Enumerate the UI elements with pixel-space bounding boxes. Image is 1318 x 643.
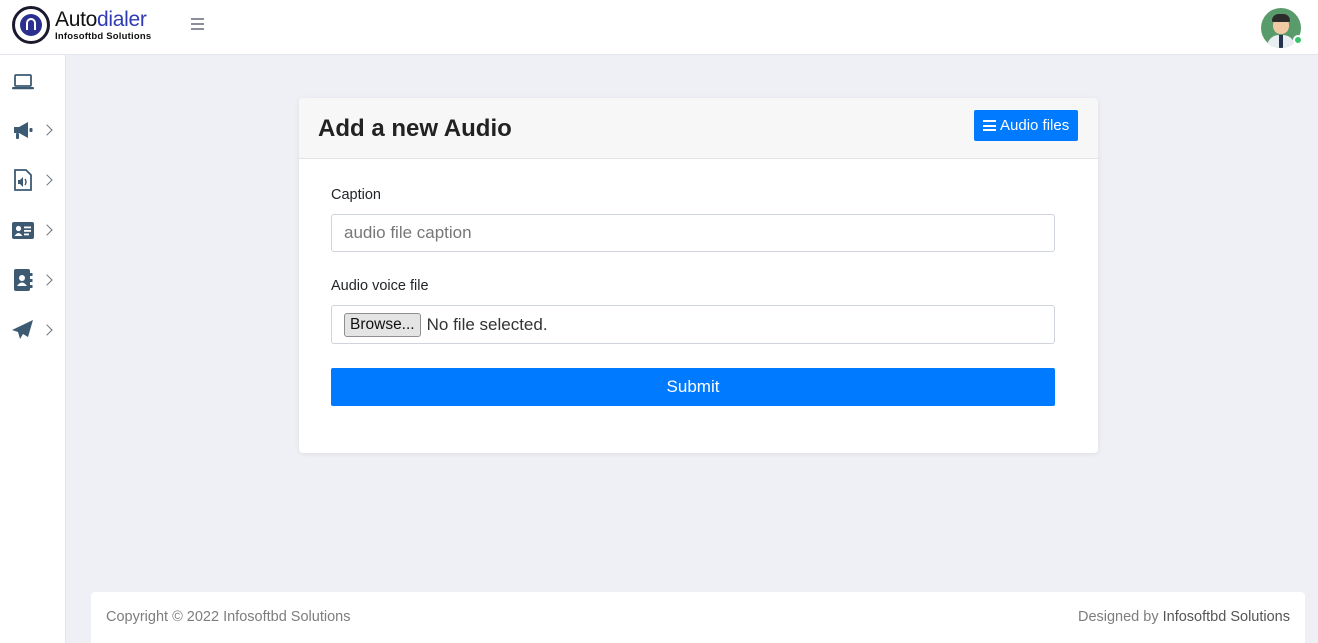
address-book-icon <box>12 269 34 291</box>
footer: Copyright © 2022 Infosoftbd Solutions De… <box>91 592 1305 643</box>
audio-file-input[interactable]: Browse... No file selected. <box>331 305 1055 344</box>
audio-file-label: Audio voice file <box>331 278 429 294</box>
brand-subtitle: Infosoftbd Solutions <box>55 30 152 42</box>
list-icon <box>983 120 996 131</box>
chevron-right-icon <box>41 174 53 186</box>
brand-name: Autodialer <box>55 7 147 31</box>
paper-plane-icon <box>12 319 34 341</box>
chevron-right-icon <box>41 274 53 286</box>
browse-button[interactable]: Browse... <box>344 312 421 337</box>
sidebar-item-contacts[interactable] <box>0 210 66 250</box>
megaphone-icon <box>12 119 34 141</box>
card-header: Add a new Audio Audio files <box>299 98 1098 159</box>
contact-card-icon <box>12 219 34 241</box>
add-audio-card: Add a new Audio Audio files Caption Audi… <box>299 98 1098 453</box>
page-title: Add a new Audio <box>318 115 512 142</box>
audio-files-button[interactable]: Audio files <box>974 110 1079 141</box>
top-navbar: Autodialer Infosoftbd Solutions <box>0 0 1318 55</box>
submit-button[interactable]: Submit <box>331 368 1055 406</box>
caption-label: Caption <box>331 187 381 203</box>
hamburger-icon[interactable] <box>191 18 204 31</box>
designer-link[interactable]: Infosoftbd Solutions <box>1163 609 1290 625</box>
sidebar-item-phonebook[interactable] <box>0 260 66 300</box>
online-status-dot <box>1293 35 1303 45</box>
audio-files-label: Audio files <box>1000 117 1070 134</box>
copyright-text: Copyright © 2022 Infosoftbd Solutions <box>106 609 351 625</box>
sidebar-item-audio[interactable] <box>0 160 66 200</box>
sidebar-item-campaigns[interactable] <box>0 110 66 150</box>
file-status-text: No file selected. <box>426 314 548 334</box>
chevron-right-icon <box>41 324 53 336</box>
caption-input[interactable] <box>331 214 1055 252</box>
audio-file-icon <box>12 169 34 191</box>
headset-logo-icon <box>12 6 50 44</box>
sidebar-item-dashboard[interactable] <box>0 62 66 102</box>
laptop-icon <box>12 71 34 93</box>
designed-by: Designed by Infosoftbd Solutions <box>1078 609 1290 625</box>
chevron-right-icon <box>41 224 53 236</box>
sidebar <box>0 55 66 643</box>
brand-logo[interactable]: Autodialer Infosoftbd Solutions <box>12 5 151 45</box>
sidebar-item-send[interactable] <box>0 310 66 350</box>
chevron-right-icon <box>41 124 53 136</box>
designed-by-prefix: Designed by <box>1077 609 1159 625</box>
